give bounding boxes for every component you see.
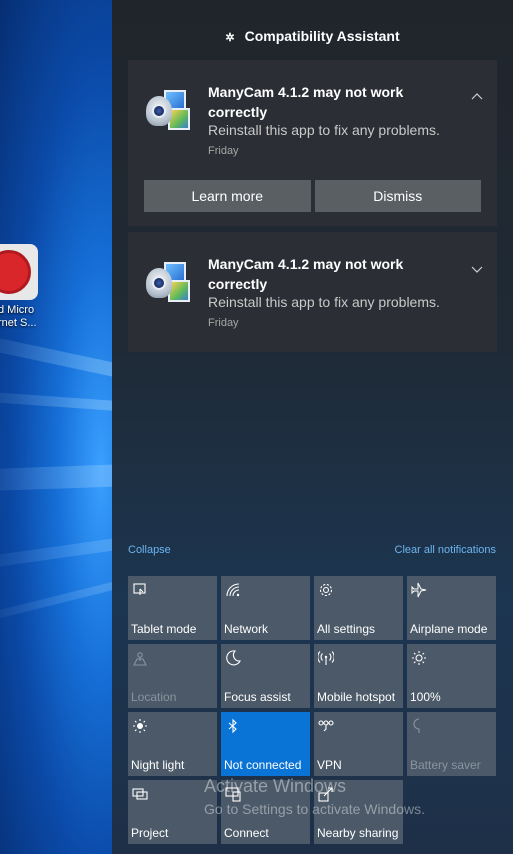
quick-action-mobile-hotspot[interactable]: Mobile hotspot: [314, 644, 403, 708]
quick-action-vpn[interactable]: VPN: [314, 712, 403, 776]
notification-card[interactable]: ManyCam 4.1.2 may not work correctly Rei…: [128, 60, 497, 226]
quick-action-label: Tablet mode: [131, 622, 197, 636]
collapse-link[interactable]: Collapse: [128, 544, 171, 556]
notification-title: ManyCam 4.1.2 may not work correctly: [208, 256, 404, 292]
notification-time: Friday: [208, 145, 239, 157]
light-beam: [0, 330, 112, 390]
quick-action-label: Network: [224, 622, 269, 636]
nearby-sharing-icon: [318, 786, 334, 802]
light-beam: [0, 462, 112, 492]
chevron-up-icon[interactable]: [471, 90, 483, 102]
quick-action-tablet-mode[interactable]: Tablet mode: [128, 576, 217, 640]
light-beam: [0, 529, 112, 572]
quick-action-all-settings[interactable]: All settings: [314, 576, 403, 640]
quick-action-label: 100%: [410, 690, 441, 704]
quick-action-night-light[interactable]: Night light: [128, 712, 217, 776]
moon-icon: [225, 650, 241, 666]
gear-icon: ✲: [225, 32, 235, 44]
airplane-icon: [411, 582, 427, 598]
learn-more-button[interactable]: Learn more: [144, 180, 311, 212]
light-beam: [0, 566, 112, 628]
tablet-mode-icon: [132, 582, 148, 598]
quick-action-label: Nearby sharing: [317, 826, 399, 840]
quick-action-label: Battery saver: [410, 758, 481, 772]
clear-all-notifications-link[interactable]: Clear all notifications: [395, 544, 497, 556]
desktop-shortcut-trend-micro[interactable]: d Micro rnet S...: [0, 244, 50, 330]
notification-group-header: ✲ Compatibility Assistant: [112, 28, 513, 44]
quick-action-label: Project: [131, 826, 169, 840]
vpn-icon: [318, 718, 334, 734]
notification-card[interactable]: ManyCam 4.1.2 may not work correctly Rei…: [128, 232, 497, 352]
quick-action-focus-assist[interactable]: Focus assist: [221, 644, 310, 708]
location-icon: [132, 650, 148, 666]
quick-action-label: Airplane mode: [410, 622, 488, 636]
notification-title: ManyCam 4.1.2 may not work correctly: [208, 84, 404, 120]
quick-action-connect[interactable]: Connect: [221, 780, 310, 844]
quick-action-not-connected[interactable]: Not connected: [221, 712, 310, 776]
action-center: ✲ Compatibility Assistant ManyCam 4.1.2 m…: [112, 0, 513, 854]
trend-micro-icon: [0, 244, 38, 300]
quick-action-project[interactable]: Project: [128, 780, 217, 844]
quick-action-battery-saver[interactable]: Battery saver: [407, 712, 496, 776]
quick-action-label: VPN: [317, 758, 342, 772]
quick-action-airplane-mode[interactable]: Airplane mode: [407, 576, 496, 640]
desktop-background: d Micro rnet S...: [0, 0, 112, 854]
network-icon: [225, 582, 241, 598]
notification-body: Reinstall this app to fix any problems.: [208, 122, 440, 138]
quick-action-label: Location: [131, 690, 177, 704]
group-title: Compatibility Assistant: [244, 28, 400, 44]
hotspot-icon: [318, 650, 334, 666]
night-light-icon: [132, 718, 148, 734]
quick-action-100[interactable]: 100%: [407, 644, 496, 708]
notification-body: Reinstall this app to fix any problems.: [208, 294, 440, 310]
chevron-down-icon[interactable]: [471, 262, 483, 274]
desktop-shortcut-label: d Micro rnet S...: [0, 304, 37, 329]
quick-action-nearby-sharing[interactable]: Nearby sharing: [314, 780, 403, 844]
quick-action-label: Not connected: [224, 758, 302, 772]
connect-icon: [225, 786, 241, 802]
quick-action-label: Focus assist: [224, 690, 291, 704]
notification-actions: Learn more Dismiss: [144, 180, 481, 212]
quick-action-label: All settings: [317, 622, 376, 636]
project-icon: [132, 786, 148, 802]
quick-action-label: Connect: [224, 826, 269, 840]
notification-time: Friday: [208, 317, 239, 329]
battery-saver-icon: [411, 718, 427, 734]
light-beam: [0, 390, 112, 416]
quick-action-label: Mobile hotspot: [317, 690, 396, 704]
quick-action-network[interactable]: Network: [221, 576, 310, 640]
manycam-icon: [142, 258, 192, 308]
dismiss-button[interactable]: Dismiss: [314, 180, 481, 212]
manycam-icon: [142, 86, 192, 136]
gear-icon: [318, 582, 334, 598]
brightness-icon: [411, 650, 427, 666]
quick-action-location[interactable]: Location: [128, 644, 217, 708]
quick-action-label: Night light: [131, 758, 185, 772]
bluetooth-icon: [225, 718, 241, 734]
